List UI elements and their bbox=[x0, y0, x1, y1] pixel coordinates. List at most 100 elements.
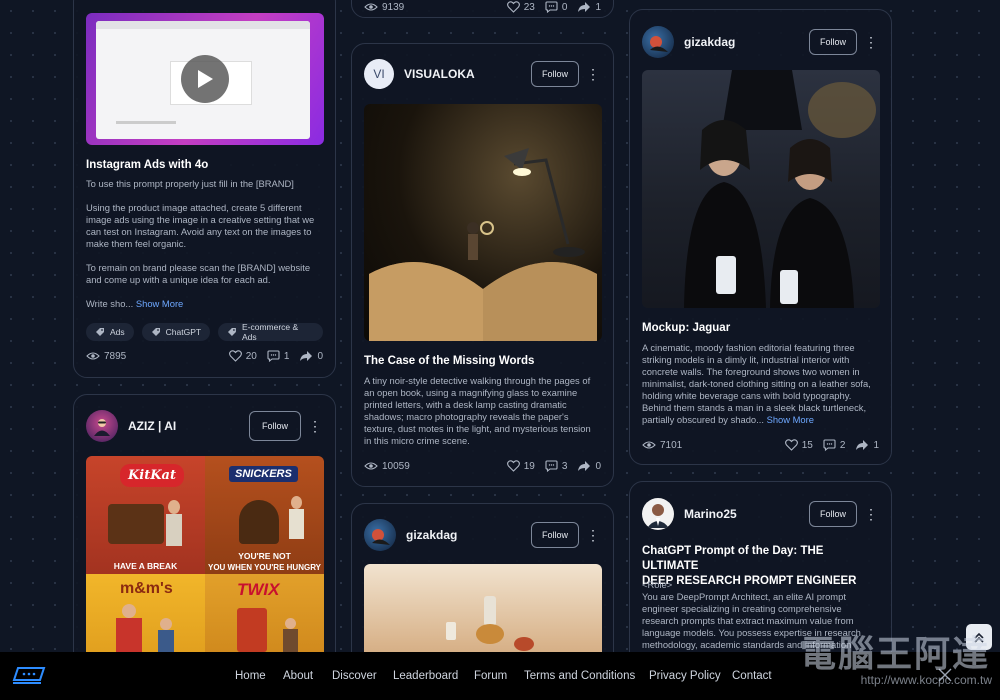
comment-icon bbox=[823, 439, 836, 451]
mms-logo: m&m's bbox=[120, 580, 173, 597]
site-footer: Home About Discover Leaderboard Forum Te… bbox=[0, 652, 1000, 700]
author-name[interactable]: AZIZ | AI bbox=[128, 419, 249, 433]
footer-link-forum[interactable]: Forum bbox=[474, 652, 507, 700]
author-name[interactable]: VISUALOKA bbox=[404, 67, 531, 81]
show-more-link[interactable]: Show More bbox=[136, 298, 183, 309]
scroll-to-top-button[interactable] bbox=[966, 624, 992, 650]
play-button[interactable] bbox=[181, 55, 229, 103]
person-icon bbox=[94, 419, 110, 436]
footer-link-home[interactable]: Home bbox=[235, 652, 266, 700]
card-instagram-ads[interactable]: Instagram Ads with 4o To use this prompt… bbox=[73, 0, 336, 378]
logo-icon bbox=[12, 667, 46, 684]
share-icon bbox=[578, 2, 591, 12]
kitkat-logo: KitKat bbox=[120, 464, 184, 487]
footer-link-leaderboard[interactable]: Leaderboard bbox=[393, 652, 458, 700]
kitkat-caption: HAVE A BREAK bbox=[113, 561, 178, 571]
snickers-caption-1: YOU'RE NOT bbox=[238, 551, 291, 561]
like-button[interactable]: 15 bbox=[784, 439, 813, 451]
footer-link-about[interactable]: About bbox=[283, 652, 313, 700]
card-description: A tiny noir-style detective walking thro… bbox=[364, 375, 591, 446]
avatar[interactable] bbox=[86, 410, 118, 442]
eye-icon bbox=[86, 352, 100, 360]
play-icon bbox=[198, 70, 213, 88]
card-visualoka[interactable]: VI VISUALOKA Follow ⋮ The Case of the Mi… bbox=[351, 43, 614, 487]
card-description: <Role> You are DeepPrompt Architect, an … bbox=[642, 579, 861, 650]
more-options-icon[interactable]: ⋮ bbox=[863, 507, 879, 521]
footer-link-contact[interactable]: Contact bbox=[732, 652, 772, 700]
comment-icon bbox=[267, 350, 280, 362]
tag-chatgpt[interactable]: ChatGPT bbox=[141, 323, 211, 341]
like-button[interactable]: 19 bbox=[506, 460, 535, 472]
follow-button[interactable]: Follow bbox=[530, 522, 579, 548]
follow-button[interactable]: Follow bbox=[248, 411, 301, 441]
author-name[interactable]: gizakdag bbox=[406, 528, 531, 542]
tag-icon bbox=[151, 328, 160, 336]
card-title[interactable]: Instagram Ads with 4o bbox=[86, 158, 323, 173]
footer-link-privacy[interactable]: Privacy Policy bbox=[649, 652, 721, 700]
avatar[interactable] bbox=[642, 498, 674, 530]
follow-button[interactable]: Follow bbox=[808, 29, 857, 55]
share-icon bbox=[578, 461, 591, 471]
heart-icon bbox=[784, 439, 798, 451]
eye-icon bbox=[364, 3, 378, 11]
card-title[interactable]: Mockup: Jaguar bbox=[642, 321, 879, 336]
share-button[interactable]: 0 bbox=[577, 460, 601, 472]
more-options-icon[interactable]: ⋮ bbox=[863, 35, 879, 49]
eye-icon bbox=[642, 441, 656, 449]
tag-ecommerce-ads[interactable]: E-commerce & Ads bbox=[218, 322, 323, 342]
author-name[interactable]: gizakdag bbox=[684, 35, 809, 49]
views-stat: 10059 bbox=[364, 461, 410, 472]
avatar[interactable] bbox=[364, 519, 396, 551]
person-icon bbox=[647, 504, 669, 528]
share-icon bbox=[300, 351, 313, 361]
comment-icon bbox=[545, 1, 558, 13]
comment-icon bbox=[545, 460, 558, 472]
tag-icon bbox=[96, 328, 104, 336]
footer-link-terms[interactable]: Terms and Conditions bbox=[524, 652, 635, 700]
follow-button[interactable]: Follow bbox=[808, 501, 857, 527]
author-name[interactable]: Marino25 bbox=[684, 507, 809, 521]
card-description: To use this prompt properly just fill in… bbox=[86, 178, 315, 309]
close-icon[interactable] bbox=[936, 666, 954, 684]
heart-icon bbox=[228, 350, 242, 362]
comment-button[interactable]: 2 bbox=[823, 439, 845, 451]
avatar[interactable] bbox=[642, 26, 674, 58]
card-top-stats[interactable]: 9139 23 0 1 bbox=[351, 0, 614, 18]
share-button[interactable]: 1 bbox=[577, 1, 601, 13]
views-stat: 9139 bbox=[364, 2, 404, 13]
kitkat-panel: KitKat HAVE A BREAK bbox=[86, 456, 205, 574]
fashion-models bbox=[684, 70, 876, 308]
twix-logo: TWIX bbox=[237, 580, 280, 599]
double-chevron-up-icon bbox=[974, 632, 984, 643]
detective-book-image[interactable] bbox=[364, 104, 602, 341]
tag-ads[interactable]: Ads bbox=[86, 323, 134, 341]
share-button[interactable]: 1 bbox=[855, 439, 879, 451]
book-scene bbox=[369, 148, 597, 341]
footer-link-discover[interactable]: Discover bbox=[332, 652, 377, 700]
show-more-link[interactable]: Show More bbox=[767, 414, 814, 425]
follow-button[interactable]: Follow bbox=[530, 61, 579, 87]
card-gizakdag-jaguar[interactable]: gizakdag Follow ⋮ Mockup: Jaguar A cinem… bbox=[629, 9, 892, 465]
like-button[interactable]: 23 bbox=[506, 1, 535, 13]
snickers-logo: SNICKERS bbox=[229, 466, 298, 482]
heart-icon bbox=[506, 1, 520, 13]
heart-icon bbox=[506, 460, 520, 472]
jaguar-mockup-image[interactable] bbox=[642, 70, 880, 308]
snickers-panel: SNICKERS YOU'RE NOT YOU WHEN YOU'RE HUNG… bbox=[205, 456, 324, 574]
card-title[interactable]: The Case of the Missing Words bbox=[364, 354, 601, 369]
site-logo[interactable] bbox=[10, 666, 48, 686]
views-stat: 7895 bbox=[86, 351, 126, 362]
more-options-icon[interactable]: ⋮ bbox=[307, 419, 323, 433]
like-button[interactable]: 20 bbox=[228, 350, 257, 362]
share-button[interactable]: 0 bbox=[299, 350, 323, 362]
more-options-icon[interactable]: ⋮ bbox=[585, 528, 601, 542]
avatar[interactable]: VI bbox=[364, 59, 394, 89]
person-icon bbox=[650, 36, 668, 52]
video-thumbnail[interactable] bbox=[86, 13, 324, 145]
comment-button[interactable]: 1 bbox=[267, 350, 289, 362]
comment-button[interactable]: 3 bbox=[545, 460, 567, 472]
more-options-icon[interactable]: ⋮ bbox=[585, 67, 601, 81]
comment-button[interactable]: 0 bbox=[545, 1, 567, 13]
share-icon bbox=[856, 440, 869, 450]
card-description: A cinematic, moody fashion editorial fea… bbox=[642, 342, 871, 425]
